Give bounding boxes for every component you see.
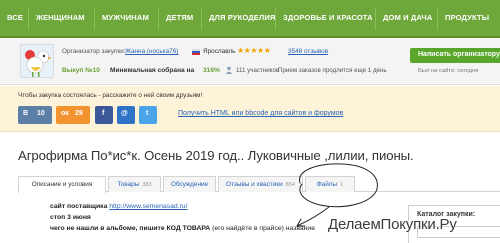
- participants-icon: [225, 66, 233, 74]
- minimum-label: Минимальная собрана на: [110, 67, 195, 74]
- supplier-site-line: сайт поставщика http://www.semenasad.ru/: [50, 203, 187, 210]
- instructions-prefix: чего не нашли в альбоме, пишите: [50, 225, 167, 232]
- nav-divider: [28, 8, 29, 30]
- avatar[interactable]: [20, 44, 54, 78]
- supplier-site-label: сайт поставщика: [50, 203, 108, 210]
- acceptance-deadline: Прием заказов продлится еще 1 день: [278, 67, 387, 74]
- nav-item-home-garden[interactable]: ДОМ И ДАЧА: [383, 13, 432, 22]
- nav-item-health-beauty[interactable]: ЗДОРОВЬЕ И КРАСОТА: [283, 13, 373, 22]
- tab-discussion[interactable]: Обсуждение: [163, 176, 216, 192]
- instructions-suffix: (его найдёте в прайсе) название: [210, 225, 316, 232]
- nav-item-kids[interactable]: ДЕТЯМ: [166, 13, 193, 22]
- nav-divider: [275, 8, 276, 30]
- tab-products[interactable]: Товары 383: [108, 176, 161, 192]
- odnoklassniki-share-button[interactable]: ок 29: [56, 106, 90, 124]
- tab-count: 854: [285, 182, 295, 188]
- nav-divider: [437, 8, 438, 30]
- share-panel: Чтобы закупка состоялась - расскажите о …: [0, 86, 500, 132]
- rating-stars-icon: ★★★★★: [237, 46, 271, 55]
- facebook-share-button[interactable]: f: [95, 106, 113, 124]
- tab-files[interactable]: Файлы 1: [305, 176, 355, 192]
- organizer-panel: Организатор закупки: Жанна (носька76) Яр…: [0, 38, 500, 85]
- stop-date-line: стоп 3 июня: [50, 214, 91, 221]
- nav-divider: [375, 8, 376, 30]
- purchase-issue-number: Выкуп №10: [62, 67, 100, 74]
- page-title: Агрофирма По*ис*к. Осень 2019 год.. Луко…: [18, 148, 414, 163]
- get-html-link[interactable]: Получить HTML или bbcode для сайтов и фо…: [178, 110, 343, 117]
- twitter-icon: t: [146, 110, 149, 117]
- nav-item-handicraft[interactable]: ДЛЯ РУКОДЕЛИЯ: [209, 13, 275, 22]
- chicken-avatar-icon: [21, 45, 53, 77]
- nav-item-all[interactable]: ВСЕ: [7, 13, 23, 22]
- odnoklassniki-icon: ок: [61, 110, 69, 117]
- vk-share-count: 10: [37, 110, 45, 117]
- product-code-emphasis: КОД ТОВАРА: [166, 225, 211, 232]
- tab-label: Товары: [117, 181, 140, 188]
- instructions-line: чего не нашли в альбоме, пишите КОД ТОВА…: [50, 225, 315, 232]
- last-visit-status: Был на сайте: сегодня: [418, 68, 479, 74]
- nav-item-men[interactable]: МУЖЧИНАМ: [102, 13, 149, 22]
- nav-item-products[interactable]: ПРОДУКТЫ: [445, 13, 489, 22]
- tab-label: Файлы: [316, 181, 338, 188]
- organizer-city: Ярославль: [203, 48, 236, 55]
- nav-divider: [158, 8, 159, 30]
- mail-icon: @: [121, 110, 128, 117]
- minimum-value: 316%: [203, 67, 220, 74]
- tab-description[interactable]: Описание и условия: [18, 176, 106, 193]
- twitter-share-button[interactable]: t: [139, 106, 157, 124]
- russia-flag-icon: [192, 49, 200, 55]
- facebook-icon: f: [102, 110, 105, 117]
- stop-date-text: стоп 3 июня: [50, 214, 91, 221]
- top-navigation: ВСЕ ЖЕНЩИНАМ МУЖЧИНАМ ДЕТЯМ ДЛЯ РУКОДЕЛИ…: [0, 0, 500, 38]
- tab-count: 383: [142, 182, 152, 188]
- tab-count: 1: [340, 182, 344, 188]
- odnoklassniki-share-count: 29: [75, 110, 83, 117]
- nav-item-women[interactable]: ЖЕНЩИНАМ: [36, 13, 85, 22]
- organizer-label: Организатор закупки:: [62, 48, 126, 55]
- nav-divider: [94, 8, 95, 30]
- write-organizer-button[interactable]: Написать организатору: [410, 48, 500, 63]
- supplier-site-link[interactable]: http://www.semenasad.ru/: [109, 203, 187, 210]
- vk-share-button[interactable]: В 10: [18, 106, 52, 124]
- watermark: ДелаемПокупки.Ру: [328, 216, 457, 233]
- reviews-link[interactable]: 3548 отзывов: [288, 48, 328, 55]
- share-prompt: Чтобы закупка состоялась - расскажите о …: [18, 92, 203, 99]
- page: ВСЕ ЖЕНЩИНАМ МУЖЧИНАМ ДЕТЯМ ДЛЯ РУКОДЕЛИ…: [0, 0, 500, 243]
- tab-label: Описание и условия: [31, 181, 93, 188]
- organizer-name-link[interactable]: Жанна (носька76): [125, 48, 178, 55]
- tab-label: Отзывы и хвастики: [225, 181, 283, 188]
- vk-icon: В: [23, 110, 29, 117]
- tab-label: Обсуждение: [170, 181, 209, 188]
- tab-reviews[interactable]: Отзывы и хвастики 854: [218, 176, 303, 192]
- nav-divider: [201, 8, 202, 30]
- participants-count: 111 участников: [236, 67, 280, 74]
- mail-share-button[interactable]: @: [117, 106, 135, 124]
